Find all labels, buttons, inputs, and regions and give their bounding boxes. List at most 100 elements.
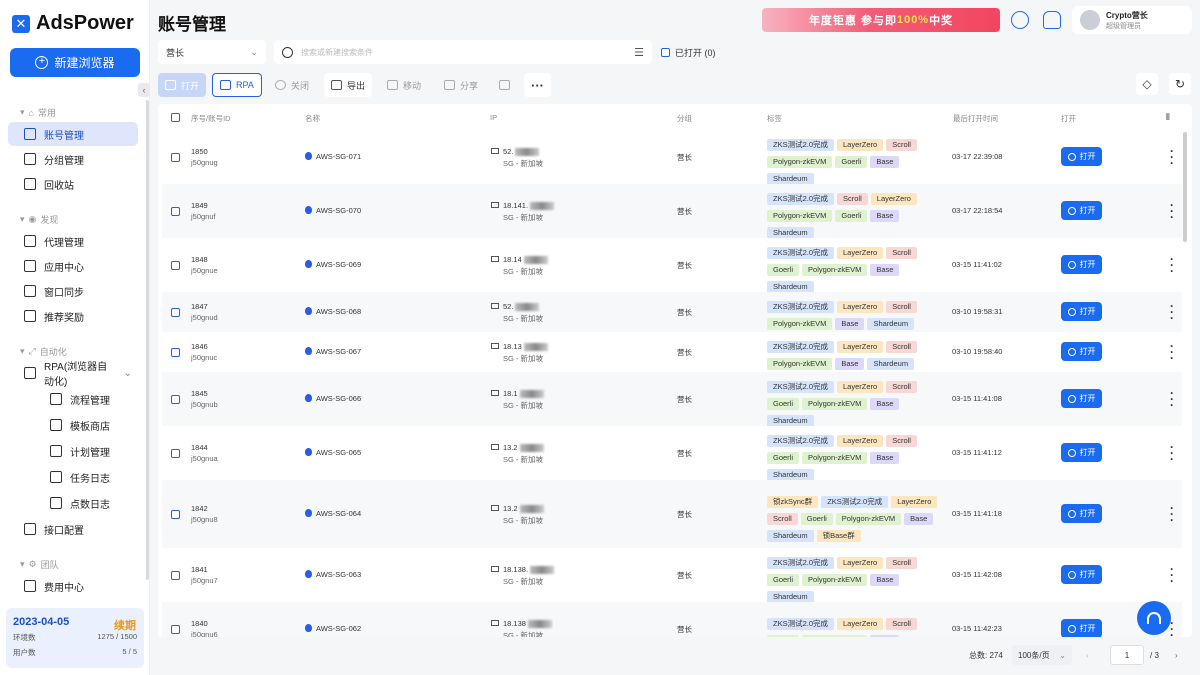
tag[interactable]: LayerZero [837,301,884,313]
tag[interactable]: Goerli [800,513,833,525]
row-open-button[interactable]: 打开 [1061,342,1102,361]
row-name[interactable]: AWS-SG-070 [305,206,361,215]
sidebar-item-schedule[interactable]: 计划管理 [8,439,138,463]
sidebar-item-accounts[interactable]: 账号管理 [8,122,138,146]
tag[interactable]: Scroll [886,435,917,447]
tag[interactable]: Polygon-zkEVM [802,452,868,464]
row-name[interactable]: AWS-SG-067 [305,347,361,356]
row-name[interactable]: AWS-SG-063 [305,570,361,579]
tag[interactable]: LayerZero [837,341,884,353]
row-checkbox[interactable] [171,510,180,519]
support-button[interactable] [1137,601,1171,635]
header-id[interactable]: 序号/账号ID [191,113,231,124]
row-checkbox[interactable] [171,571,180,580]
row-more-icon[interactable]: · · · [1167,502,1177,526]
search-input[interactable]: 搜索或新建搜索条件 ☰ [274,40,652,64]
row-name[interactable]: AWS-SG-065 [305,448,361,457]
sidebar-item-groups[interactable]: 分组管理 [8,147,138,171]
tag[interactable]: Scroll [886,381,917,393]
tag-icon[interactable]: ◇ [1136,73,1158,95]
tag[interactable]: Goerli [767,452,800,464]
sidebar-item-template-store[interactable]: 模板商店 [8,413,138,437]
table-row[interactable]: 1845 j50gnub AWS-SG-066 18.1 SG - 新加坡 营长 ZKS测试… [162,372,1182,427]
tag[interactable]: LayerZero [870,193,917,205]
tag[interactable]: Goerli [767,264,800,276]
more-actions-button[interactable]: ··· [524,73,551,97]
tag[interactable]: Base [835,318,865,330]
tag[interactable]: Scroll [886,139,917,151]
row-checkbox[interactable] [171,308,180,317]
tag[interactable]: ZKS测试2.0完成 [767,618,835,630]
tag[interactable]: Scroll [886,618,917,630]
row-open-button[interactable]: 打开 [1061,565,1102,584]
sidebar-item-app-center[interactable]: 应用中心 [8,254,138,278]
table-row[interactable]: 1849 j50gnuf AWS-SG-070 18.141. SG - 新加坡 营长 ZK… [162,184,1182,239]
tag[interactable]: 锁Base群 [816,530,861,542]
tag[interactable]: Shardeum [867,318,915,330]
row-checkbox[interactable] [171,395,180,404]
refresh-sync-icon[interactable] [1011,11,1029,29]
table-scrollbar[interactable] [1183,132,1187,242]
sidebar-item-api[interactable]: 接口配置 [8,517,138,541]
tag[interactable]: Base [870,452,900,464]
tag[interactable]: Polygon-zkEVM [802,398,868,410]
tag[interactable]: ZKS测试2.0完成 [767,139,835,151]
tag[interactable]: Shardeum [767,530,814,542]
move-button[interactable]: 移动 [380,73,428,97]
tag[interactable]: Goerli [767,398,800,410]
tag[interactable]: LayerZero [837,381,884,393]
collapse-sidebar-button[interactable]: ‹ [138,83,150,97]
tag[interactable]: Scroll [767,513,798,525]
tag[interactable]: Polygon-zkEVM [767,210,833,222]
row-open-button[interactable]: 打开 [1061,302,1102,321]
row-more-icon[interactable]: · · · [1167,563,1177,587]
row-open-button[interactable]: 打开 [1061,443,1102,462]
prev-page-button[interactable]: ‹ [1086,645,1089,665]
tag[interactable]: ZKS测试2.0完成 [767,341,835,353]
opened-checkbox[interactable] [661,48,670,57]
tag[interactable]: ZKS测试2.0完成 [767,193,835,205]
sidebar-item-trash[interactable]: 回收站 [8,172,138,196]
row-more-icon[interactable]: · · · [1167,145,1177,169]
section-discover[interactable]: ▾ ◉ 发现 [20,213,58,226]
tag[interactable]: ZKS测试2.0完成 [767,557,835,569]
row-more-icon[interactable]: · · · [1167,199,1177,223]
row-name[interactable]: AWS-SG-064 [305,509,361,518]
row-checkbox[interactable] [171,153,180,162]
tag[interactable]: Base [870,635,900,637]
app-logo[interactable]: ✕ AdsPower [12,12,134,35]
sidebar-item-referral[interactable]: 推荐奖励 [8,304,138,328]
opened-filter[interactable]: 已打开 (0) [661,46,716,59]
header-last-open[interactable]: 最后打开时间 [953,113,998,124]
row-name[interactable]: AWS-SG-066 [305,394,361,403]
row-more-icon[interactable]: · · · [1167,387,1177,411]
tag[interactable]: Shardeum [867,358,915,370]
column-settings-icon[interactable]: ⫴ [1166,112,1170,123]
tag[interactable]: LayerZero [837,247,884,259]
row-open-button[interactable]: 打开 [1061,147,1102,166]
table-row[interactable]: 1850 j50gnug AWS-SG-071 52. SG - 新加坡 营长 ZKS测试2… [162,130,1182,185]
tag[interactable]: ZKS测试2.0完成 [767,301,835,313]
section-automation[interactable]: ▾ ⤢ 自动化 [20,345,67,358]
tag[interactable]: LayerZero [837,618,884,630]
row-open-button[interactable]: 打开 [1061,504,1102,523]
tag[interactable]: Base [870,156,900,168]
export-button[interactable]: 导出 [324,73,373,97]
refresh-icon[interactable]: ↻ [1169,73,1191,95]
table-row[interactable]: 1848 j50gnue AWS-SG-069 18.14 SG - 新加坡 营长 ZKS测… [162,238,1182,293]
row-name[interactable]: AWS-SG-071 [305,152,361,161]
tag[interactable]: Polygon-zkEVM [802,264,868,276]
table-row[interactable]: 1840 j50gnu6 AWS-SG-062 18.138 SG - 新加坡 营长 ZKS… [162,602,1182,637]
sidebar-item-flows[interactable]: 流程管理 [8,387,138,411]
sidebar-item-points-log[interactable]: 点数日志 [8,491,138,515]
sidebar-item-proxy[interactable]: 代理管理 [8,229,138,253]
tag[interactable]: Scroll [886,247,917,259]
tag[interactable]: Scroll [886,557,917,569]
table-row[interactable]: 1846 j50gnuc AWS-SG-067 18.13 SG - 新加坡 营长 ZKS测… [162,332,1182,372]
page-size-select[interactable]: 100条/页 ⌄ [1012,645,1072,665]
sidebar-item-window-sync[interactable]: 窗口同步 [8,279,138,303]
share-button[interactable]: 分享 [437,73,485,97]
row-open-button[interactable]: 打开 [1061,619,1102,637]
page-input[interactable]: 1 [1110,645,1144,665]
next-page-button[interactable]: › [1175,645,1178,665]
